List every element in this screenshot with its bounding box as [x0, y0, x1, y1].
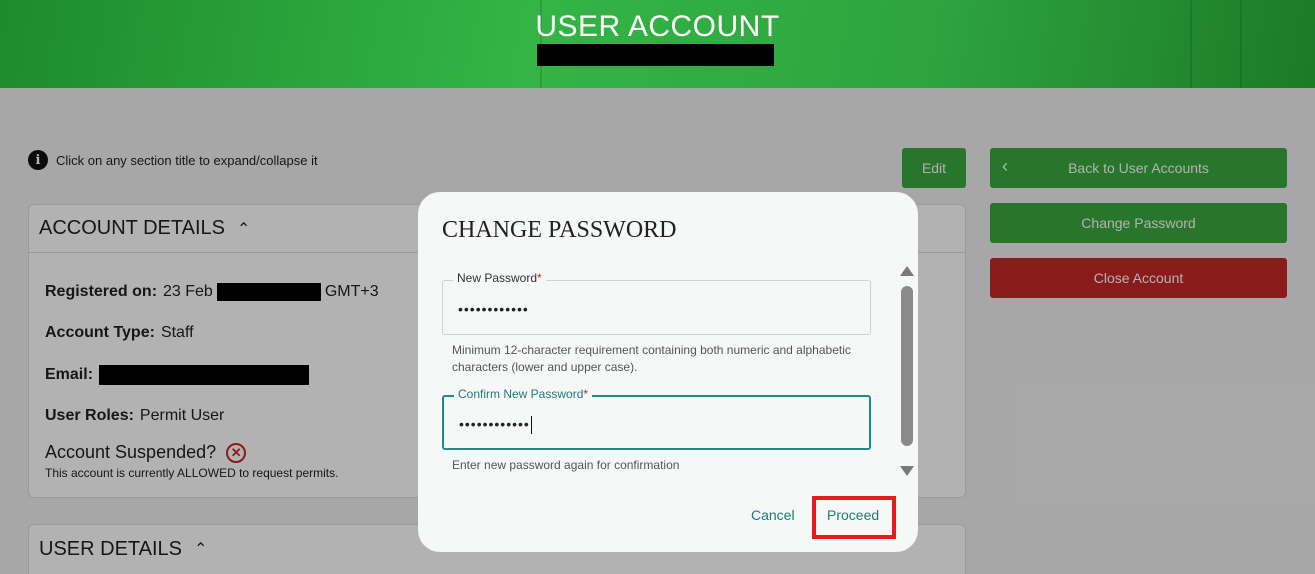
scroll-down-arrow-icon[interactable]	[900, 466, 914, 476]
redacted-username	[537, 44, 774, 66]
cancel-button[interactable]: Cancel	[751, 507, 795, 523]
text-cursor	[530, 416, 533, 435]
scroll-thumb[interactable]	[901, 286, 913, 446]
page-header: USER ACCOUNT	[0, 0, 1315, 88]
new-password-field[interactable]: New Password* ••••••••••••	[442, 271, 871, 335]
confirm-password-hint: Enter new password again for confirmatio…	[452, 458, 680, 472]
new-password-value: ••••••••••••	[458, 301, 529, 317]
page-title: USER ACCOUNT	[535, 10, 780, 43]
proceed-highlight-box	[812, 496, 896, 539]
new-password-label: New Password*	[453, 271, 546, 285]
dialog-title: CHANGE PASSWORD	[442, 217, 677, 243]
scroll-up-arrow-icon[interactable]	[900, 266, 914, 276]
new-password-hint: Minimum 12-character requirement contain…	[452, 343, 851, 374]
confirm-password-field[interactable]: Confirm New Password* ••••••••••••	[442, 387, 871, 450]
dialog-scrollbar[interactable]	[900, 266, 914, 476]
confirm-password-value: ••••••••••••	[459, 416, 533, 435]
confirm-password-label: Confirm New Password*	[454, 387, 593, 401]
change-password-dialog: CHANGE PASSWORD New Password* ••••••••••…	[418, 192, 918, 552]
